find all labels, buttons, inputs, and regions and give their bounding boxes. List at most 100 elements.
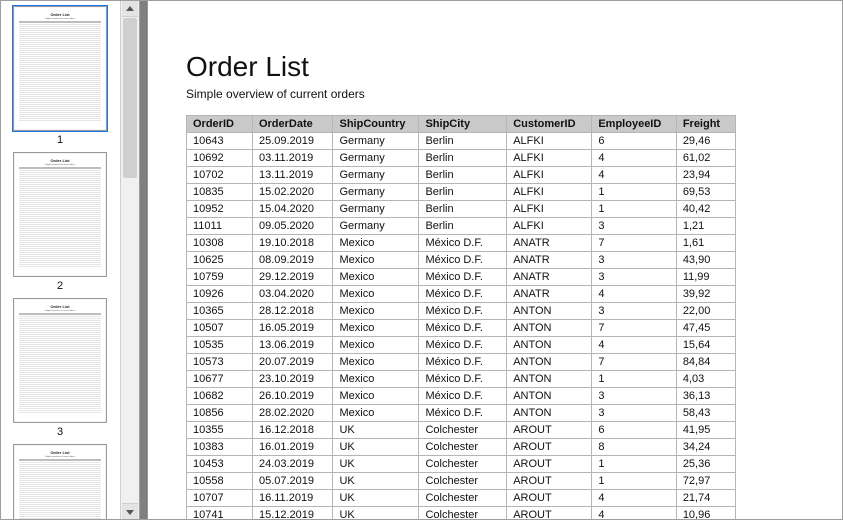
table-cell: ALFKI xyxy=(507,167,592,184)
table-cell: 4 xyxy=(592,337,676,354)
table-cell: ALFKI xyxy=(507,201,592,218)
table-cell: 10535 xyxy=(187,337,253,354)
table-cell: Berlin xyxy=(419,133,507,150)
table-cell: 41,95 xyxy=(676,422,735,439)
thumbnail-page-4[interactable]: Order ListSimple overview of current ord… xyxy=(0,444,120,520)
table-cell: ANTON xyxy=(507,371,592,388)
table-cell: 10926 xyxy=(187,286,253,303)
table-cell: Germany xyxy=(333,218,419,235)
table-cell: ANTON xyxy=(507,388,592,405)
table-cell: 7 xyxy=(592,354,676,371)
table-row: 1068226.10.2019MexicoMéxico D.F.ANTON336… xyxy=(187,388,736,405)
chevron-down-icon xyxy=(126,510,134,515)
column-header: CustomerID xyxy=(507,116,592,133)
table-cell: 15,64 xyxy=(676,337,735,354)
table-cell: México D.F. xyxy=(419,388,507,405)
table-cell: 10308 xyxy=(187,235,253,252)
thumbnail-scrollbar[interactable] xyxy=(120,0,139,520)
table-cell: UK xyxy=(333,490,419,507)
table-cell: México D.F. xyxy=(419,303,507,320)
table-cell: UK xyxy=(333,456,419,473)
table-cell: 26.10.2019 xyxy=(252,388,333,405)
table-cell: 39,92 xyxy=(676,286,735,303)
table-cell: 15.04.2020 xyxy=(252,201,333,218)
thumbnail-page-1[interactable]: Order ListSimple overview of current ord… xyxy=(0,6,120,146)
table-cell: ANATR xyxy=(507,269,592,286)
table-cell: AROUT xyxy=(507,507,592,520)
table-cell: 10707 xyxy=(187,490,253,507)
table-cell: Germany xyxy=(333,133,419,150)
table-cell: 3 xyxy=(592,303,676,320)
table-cell: 20.07.2019 xyxy=(252,354,333,371)
preview-area[interactable]: Order List Simple overview of current or… xyxy=(140,0,843,520)
table-cell: 10952 xyxy=(187,201,253,218)
table-cell: 16.12.2018 xyxy=(252,422,333,439)
table-cell: 23,94 xyxy=(676,167,735,184)
table-cell: 10741 xyxy=(187,507,253,520)
table-cell: 23.10.2019 xyxy=(252,371,333,388)
table-cell: 10692 xyxy=(187,150,253,167)
table-row: 1038316.01.2019UKColchesterAROUT834,24 xyxy=(187,439,736,456)
table-cell: Germany xyxy=(333,201,419,218)
table-cell: ALFKI xyxy=(507,184,592,201)
table-cell: Mexico xyxy=(333,337,419,354)
thumbnail-page-3[interactable]: Order ListSimple overview of current ord… xyxy=(0,298,120,438)
table-row: 1070716.11.2019UKColchesterAROUT421,74 xyxy=(187,490,736,507)
table-row: 1085628.02.2020MexicoMéxico D.F.ANTON358… xyxy=(187,405,736,422)
table-row: 1095215.04.2020GermanyBerlinALFKI140,42 xyxy=(187,201,736,218)
table-cell: AROUT xyxy=(507,456,592,473)
table-cell: 22,00 xyxy=(676,303,735,320)
table-cell: México D.F. xyxy=(419,371,507,388)
table-cell: 16.05.2019 xyxy=(252,320,333,337)
table-cell: 10702 xyxy=(187,167,253,184)
table-cell: 10558 xyxy=(187,473,253,490)
table-header-row: OrderIDOrderDateShipCountryShipCityCusto… xyxy=(187,116,736,133)
table-cell: UK xyxy=(333,507,419,520)
table-cell: 08.09.2019 xyxy=(252,252,333,269)
table-cell: 24.03.2019 xyxy=(252,456,333,473)
table-cell: México D.F. xyxy=(419,269,507,286)
thumbnail-number: 3 xyxy=(0,426,120,438)
scrollbar-handle[interactable] xyxy=(123,18,137,178)
table-cell: México D.F. xyxy=(419,337,507,354)
table-cell: Colchester xyxy=(419,422,507,439)
table-row: 1101109.05.2020GermanyBerlinALFKI31,21 xyxy=(187,218,736,235)
column-header: Freight xyxy=(676,116,735,133)
thumbnail-page-2[interactable]: Order ListSimple overview of current ord… xyxy=(0,152,120,292)
table-cell: 03.04.2020 xyxy=(252,286,333,303)
table-cell: 10507 xyxy=(187,320,253,337)
scroll-up-button[interactable] xyxy=(122,0,138,17)
table-cell: AROUT xyxy=(507,490,592,507)
table-cell: 84,84 xyxy=(676,354,735,371)
table-row: 1045324.03.2019UKColchesterAROUT125,36 xyxy=(187,456,736,473)
table-cell: ANATR xyxy=(507,252,592,269)
table-cell: ANATR xyxy=(507,235,592,252)
table-cell: 19.10.2018 xyxy=(252,235,333,252)
table-cell: 72,97 xyxy=(676,473,735,490)
thumbnail-preview: Order ListSimple overview of current ord… xyxy=(13,444,107,520)
table-cell: 10677 xyxy=(187,371,253,388)
table-row: 1075929.12.2019MexicoMéxico D.F.ANATR311… xyxy=(187,269,736,286)
table-cell: Berlin xyxy=(419,167,507,184)
table-cell: Colchester xyxy=(419,456,507,473)
table-cell: 13.11.2019 xyxy=(252,167,333,184)
page-title: Order List xyxy=(186,51,843,83)
table-cell: 40,42 xyxy=(676,201,735,218)
scroll-down-button[interactable] xyxy=(122,503,138,520)
thumbnail-preview: Order ListSimple overview of current ord… xyxy=(13,6,107,131)
table-cell: Mexico xyxy=(333,286,419,303)
table-row: 1092603.04.2020MexicoMéxico D.F.ANATR439… xyxy=(187,286,736,303)
table-cell: 7 xyxy=(592,320,676,337)
table-cell: 13.06.2019 xyxy=(252,337,333,354)
table-cell: México D.F. xyxy=(419,286,507,303)
table-cell: 1,21 xyxy=(676,218,735,235)
table-cell: 29,46 xyxy=(676,133,735,150)
thumbnail-number: 2 xyxy=(0,280,120,292)
table-cell: 8 xyxy=(592,439,676,456)
table-cell: 25.09.2019 xyxy=(252,133,333,150)
table-cell: 3 xyxy=(592,388,676,405)
table-cell: Berlin xyxy=(419,150,507,167)
thumbnail-number: 1 xyxy=(0,134,120,146)
table-cell: Germany xyxy=(333,167,419,184)
table-cell: 36,13 xyxy=(676,388,735,405)
